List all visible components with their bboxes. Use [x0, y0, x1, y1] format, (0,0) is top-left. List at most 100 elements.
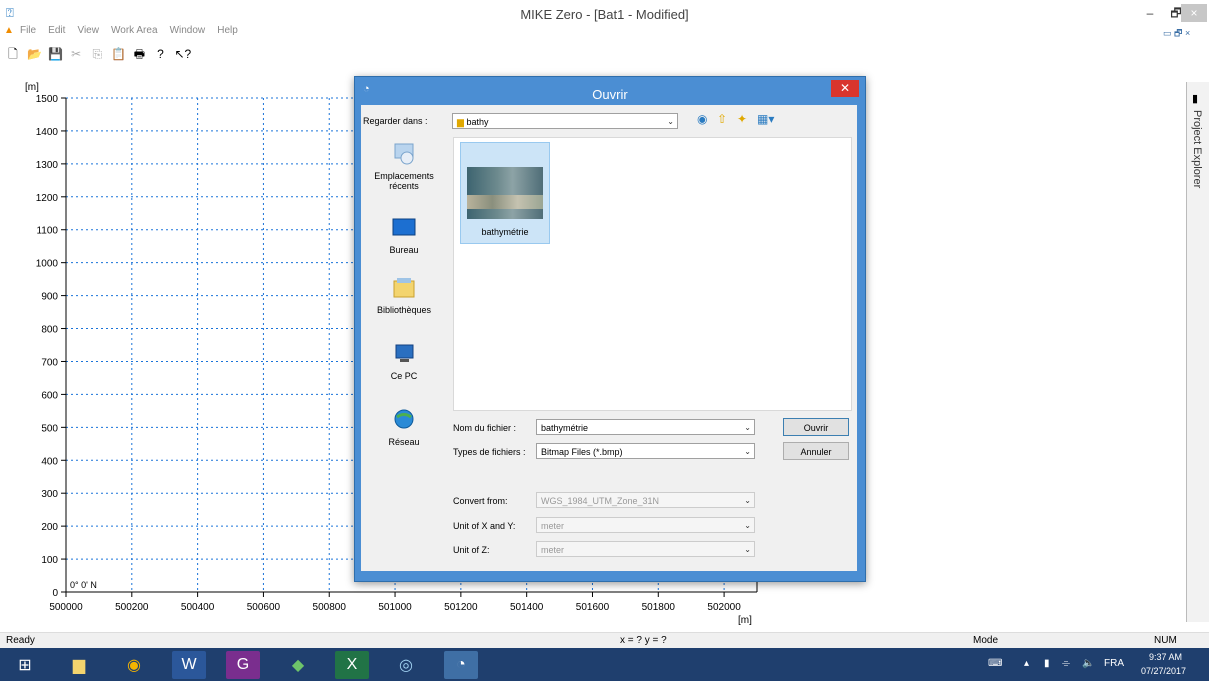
y-tick-label: 600	[41, 390, 58, 401]
print-icon[interactable]: 🖶	[132, 47, 146, 61]
pin-icon[interactable]: ▮	[1192, 92, 1198, 105]
status-text: Ready	[6, 635, 35, 646]
menu-edit[interactable]: Edit	[48, 25, 65, 36]
place-this-pc[interactable]: Ce PC	[364, 341, 444, 381]
x-tick-label: 501800	[642, 602, 676, 613]
mike-zero-taskbar-icon[interactable]: ◔	[444, 651, 478, 679]
unit-xy-combo[interactable]: meter ⌄	[536, 517, 755, 533]
x-tick-label: 500200	[115, 602, 149, 613]
place-desktop[interactable]: Bureau	[364, 215, 444, 255]
search-app-icon[interactable]: ◎	[389, 651, 423, 679]
look-in-combo[interactable]: ▆ bathy ⌄	[452, 113, 678, 129]
battery-icon[interactable]: ▮	[1044, 658, 1050, 669]
x-tick-label: 501000	[378, 602, 412, 613]
new-folder-icon[interactable]: ✦	[737, 112, 747, 126]
menu-help[interactable]: Help	[217, 25, 238, 36]
chrome-icon[interactable]: ◉	[117, 651, 151, 679]
y-tick-label: 1000	[36, 259, 59, 270]
y-tick-label: 0	[52, 588, 58, 599]
x-tick-label: 501400	[510, 602, 544, 613]
filename-combo[interactable]: bathymétrie ⌄	[536, 419, 755, 435]
keyboard-icon[interactable]: ⌨	[988, 658, 1002, 669]
menu-view[interactable]: View	[77, 25, 99, 36]
cut-icon[interactable]: ✂	[69, 47, 83, 61]
file-item-label: bathymétrie	[481, 227, 529, 237]
dialog-body: Regarder dans : ▆ bathy ⌄ ◉ ⇧ ✦ ▦▾ Empla…	[361, 105, 857, 571]
filetype-value: Bitmap Files (*.bmp)	[541, 447, 623, 457]
gis-app-icon[interactable]: ◆	[281, 651, 315, 679]
open-button[interactable]: Ouvrir	[783, 418, 849, 436]
x-tick-label: 502000	[707, 602, 741, 613]
chevron-down-icon: ⌄	[667, 117, 674, 126]
place-network-label: Réseau	[388, 437, 420, 447]
toolbar: 🗋 📂 💾 ✂ ⎘ 📋 🖶 ? ↖?	[4, 45, 191, 65]
place-network[interactable]: Réseau	[364, 407, 444, 447]
libraries-icon	[393, 278, 415, 298]
place-recent-label: Emplacements récents	[374, 171, 434, 191]
file-item[interactable]: bathymétrie	[460, 142, 550, 244]
x-tick-label: 501600	[576, 602, 610, 613]
x-tick-label: 501200	[444, 602, 478, 613]
back-icon[interactable]: ◉	[697, 112, 707, 126]
save-icon[interactable]: 💾	[48, 47, 63, 61]
file-explorer-icon[interactable]: ▆	[62, 651, 96, 679]
mdi-controls[interactable]: ▭ 🗗 ×	[1163, 26, 1190, 42]
menu-work-area[interactable]: Work Area	[111, 25, 158, 36]
minimize-button[interactable]: –	[1137, 4, 1163, 22]
project-explorer-panel[interactable]: ▮ Project Explorer	[1186, 82, 1209, 622]
unit-z-combo[interactable]: meter ⌄	[536, 541, 755, 557]
tray-expand-icon[interactable]: ▴	[1024, 658, 1029, 669]
open-dialog: ◔ Ouvrir ✕ Regarder dans : ▆ bathy ⌄ ◉ ⇧…	[354, 76, 866, 582]
bathymetry-thumbnail	[467, 167, 543, 219]
chevron-down-icon: ⌄	[744, 521, 751, 530]
convert-from-combo[interactable]: WGS_1984_UTM_Zone_31N ⌄	[536, 492, 755, 508]
filetype-combo[interactable]: Bitmap Files (*.bmp) ⌄	[536, 443, 755, 459]
open-folder-icon[interactable]: 📂	[27, 47, 42, 61]
y-tick-label: 500	[41, 423, 58, 434]
y-tick-label: 200	[41, 522, 58, 533]
place-recent[interactable]: Emplacements récents	[364, 141, 444, 191]
window-title: MIKE Zero - [Bat1 - Modified]	[520, 7, 689, 22]
help-icon[interactable]: ?	[153, 47, 167, 61]
network-tray-icon[interactable]: ⌯	[1062, 658, 1070, 669]
this-pc-icon	[395, 344, 414, 362]
close-button[interactable]: ×	[1181, 4, 1207, 22]
place-libraries[interactable]: Bibliothèques	[364, 275, 444, 315]
word-icon[interactable]: W	[172, 651, 206, 679]
status-bar: Ready x = ? y = ? Mode NUM	[0, 632, 1209, 649]
y-tick-label: 1400	[36, 127, 59, 138]
y-tick-label: 700	[41, 357, 58, 368]
project-explorer-label[interactable]: Project Explorer	[1191, 110, 1203, 188]
filename-label: Nom du fichier :	[453, 423, 517, 433]
excel-icon[interactable]: X	[335, 651, 369, 679]
menu-window[interactable]: Window	[170, 25, 206, 36]
y-tick-label: 900	[41, 292, 58, 303]
up-folder-icon[interactable]: ⇧	[717, 112, 727, 126]
x-tick-label: 500400	[181, 602, 215, 613]
coords-readout: x = ? y = ?	[620, 635, 667, 646]
paste-icon[interactable]: 📋	[111, 47, 126, 61]
pdf-icon[interactable]: G	[226, 651, 260, 679]
place-this-pc-label: Ce PC	[390, 371, 418, 381]
new-file-icon[interactable]: 🗋	[6, 47, 20, 61]
place-desktop-label: Bureau	[389, 245, 419, 255]
context-help-icon[interactable]: ↖?	[175, 47, 192, 61]
volume-icon[interactable]: 🔈	[1082, 658, 1094, 669]
copy-icon[interactable]: ⎘	[90, 47, 104, 61]
x-tick-label: 500800	[313, 602, 347, 613]
taskbar: ⊞ ▆ ◉ W G ◆ X ◎ ◔ ⌨ ▴ ▮ ⌯ 🔈 FRA 9:37 AM …	[0, 648, 1209, 681]
view-menu-icon[interactable]: ▦▾	[757, 112, 774, 126]
convert-from-value: WGS_1984_UTM_Zone_31N	[541, 496, 660, 506]
unit-z-label: Unit of Z:	[453, 545, 490, 555]
windows-start-icon[interactable]: ⊞	[8, 651, 42, 679]
menu-file[interactable]: File	[20, 25, 36, 36]
clock-time[interactable]: 9:37 AM	[1149, 652, 1182, 662]
y-axis-label: [m]	[25, 82, 39, 93]
file-list[interactable]: bathymétrie	[453, 137, 852, 411]
mode-indicator: Mode	[973, 635, 999, 646]
clock-date[interactable]: 07/27/2017	[1141, 666, 1186, 676]
dialog-close-button[interactable]: ✕	[831, 80, 859, 97]
chevron-down-icon: ⌄	[744, 423, 751, 432]
cancel-button[interactable]: Annuler	[783, 442, 849, 460]
language-indicator[interactable]: FRA	[1104, 658, 1124, 669]
